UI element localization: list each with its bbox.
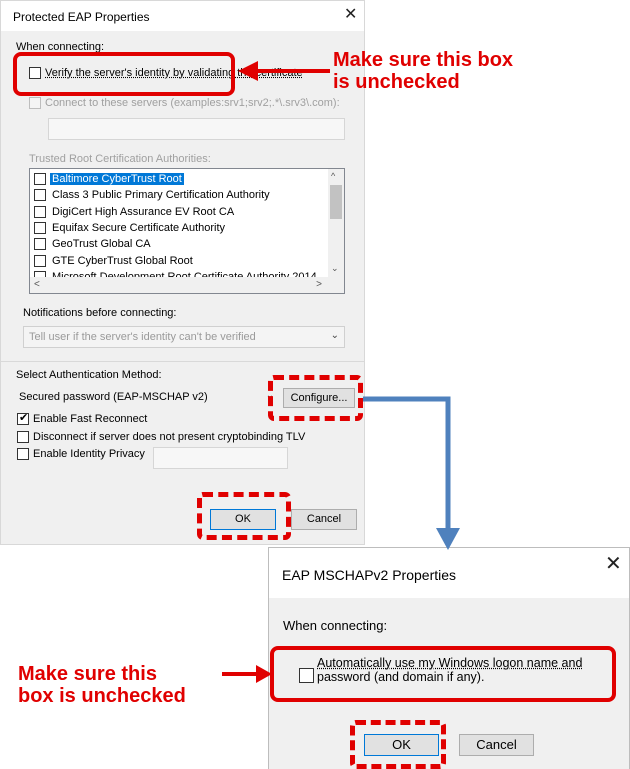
- divider: [1, 361, 364, 362]
- cryptobinding-checkbox[interactable]: [17, 431, 29, 443]
- annotation-top: Make sure this box is unchecked: [333, 49, 513, 93]
- configure-highlight-box: [268, 375, 363, 421]
- identity-privacy-checkbox[interactable]: [17, 448, 29, 460]
- blue-flow-arrow-shaft: [363, 396, 451, 535]
- horizontal-scrollbar[interactable]: < >: [30, 277, 344, 293]
- connect-servers-label: Connect to these servers (examples:srv1;…: [45, 97, 340, 109]
- trusted-root-label: Trusted Root Certification Authorities:: [29, 153, 211, 165]
- dialog-title: Protected EAP Properties: [13, 10, 150, 24]
- cryptobinding-label: Disconnect if server does not present cr…: [33, 431, 306, 443]
- certificate-name: GTE CyberTrust Global Root: [52, 254, 193, 267]
- notifications-select[interactable]: Tell user if the server's identity can't…: [23, 326, 345, 348]
- cancel-button[interactable]: Cancel: [459, 734, 534, 756]
- certificate-name: Baltimore CyberTrust Root: [50, 173, 184, 185]
- annotation-top-line2: is unchecked: [333, 71, 460, 93]
- ok-highlight-box: [197, 492, 291, 540]
- auto-logon-highlight-box: [270, 646, 616, 702]
- close-icon[interactable]: ✕: [344, 7, 357, 23]
- fast-reconnect-checkbox[interactable]: [17, 411, 29, 425]
- annotation-bottom: Make sure this box is unchecked: [18, 663, 186, 707]
- connect-servers-checkbox[interactable]: [29, 97, 41, 109]
- notifications-value: Tell user if the server's identity can't…: [29, 331, 256, 343]
- scroll-up-icon[interactable]: ^: [331, 171, 335, 181]
- servers-input[interactable]: [48, 118, 345, 140]
- certificate-checkbox[interactable]: [34, 238, 46, 251]
- fast-reconnect-label: Enable Fast Reconnect: [33, 413, 148, 425]
- title-bar: Protected EAP Properties ✕: [1, 1, 364, 31]
- verify-highlight-box: [13, 52, 235, 96]
- identity-input[interactable]: [153, 447, 288, 469]
- certificate-checkbox[interactable]: [34, 221, 46, 234]
- identity-privacy-label: Enable Identity Privacy: [33, 448, 145, 460]
- ok2-highlight-box: [350, 720, 446, 769]
- certificate-name: DigiCert High Assurance EV Root CA: [52, 205, 235, 218]
- dialog-title: EAP MSCHAPv2 Properties: [282, 567, 457, 583]
- auth-method-value: Secured password (EAP-MSCHAP v2): [19, 391, 208, 403]
- vertical-scrollbar[interactable]: ^ ⌄: [328, 169, 344, 277]
- notifications-label: Notifications before connecting:: [23, 307, 177, 319]
- close-icon[interactable]: ✕: [605, 554, 622, 574]
- chevron-down-icon: ⌄: [330, 330, 339, 341]
- certificate-list[interactable]: Baltimore CyberTrust Root Class 3 Public …: [29, 168, 345, 294]
- scroll-thumb[interactable]: [330, 185, 342, 219]
- annotation-bottom-line2: box is unchecked: [18, 685, 186, 707]
- certificate-name: Equifax Secure Certificate Authority: [52, 221, 226, 234]
- auth-method-label: Select Authentication Method:: [16, 369, 162, 381]
- annotation-top-line1: Make sure this box: [333, 49, 514, 71]
- certificate-name: GeoTrust Global CA: [52, 238, 151, 251]
- when-connecting-label: When connecting:: [283, 618, 388, 633]
- scroll-down-icon[interactable]: ⌄: [331, 263, 339, 274]
- scroll-left-icon[interactable]: <: [34, 279, 40, 290]
- annotation-bottom-line1: Make sure this: [18, 663, 157, 685]
- certificate-checkbox[interactable]: [34, 173, 46, 185]
- auth-method-select[interactable]: Secured password (EAP-MSCHAP v2) ⌄: [16, 387, 276, 409]
- scroll-right-icon[interactable]: >: [316, 279, 322, 290]
- certificate-checkbox[interactable]: [34, 254, 46, 267]
- cancel-button[interactable]: Cancel: [291, 509, 357, 530]
- certificate-name: Class 3 Public Primary Certification Aut…: [52, 189, 270, 202]
- certificate-checkbox[interactable]: [34, 189, 46, 202]
- certificate-checkbox[interactable]: [34, 205, 46, 218]
